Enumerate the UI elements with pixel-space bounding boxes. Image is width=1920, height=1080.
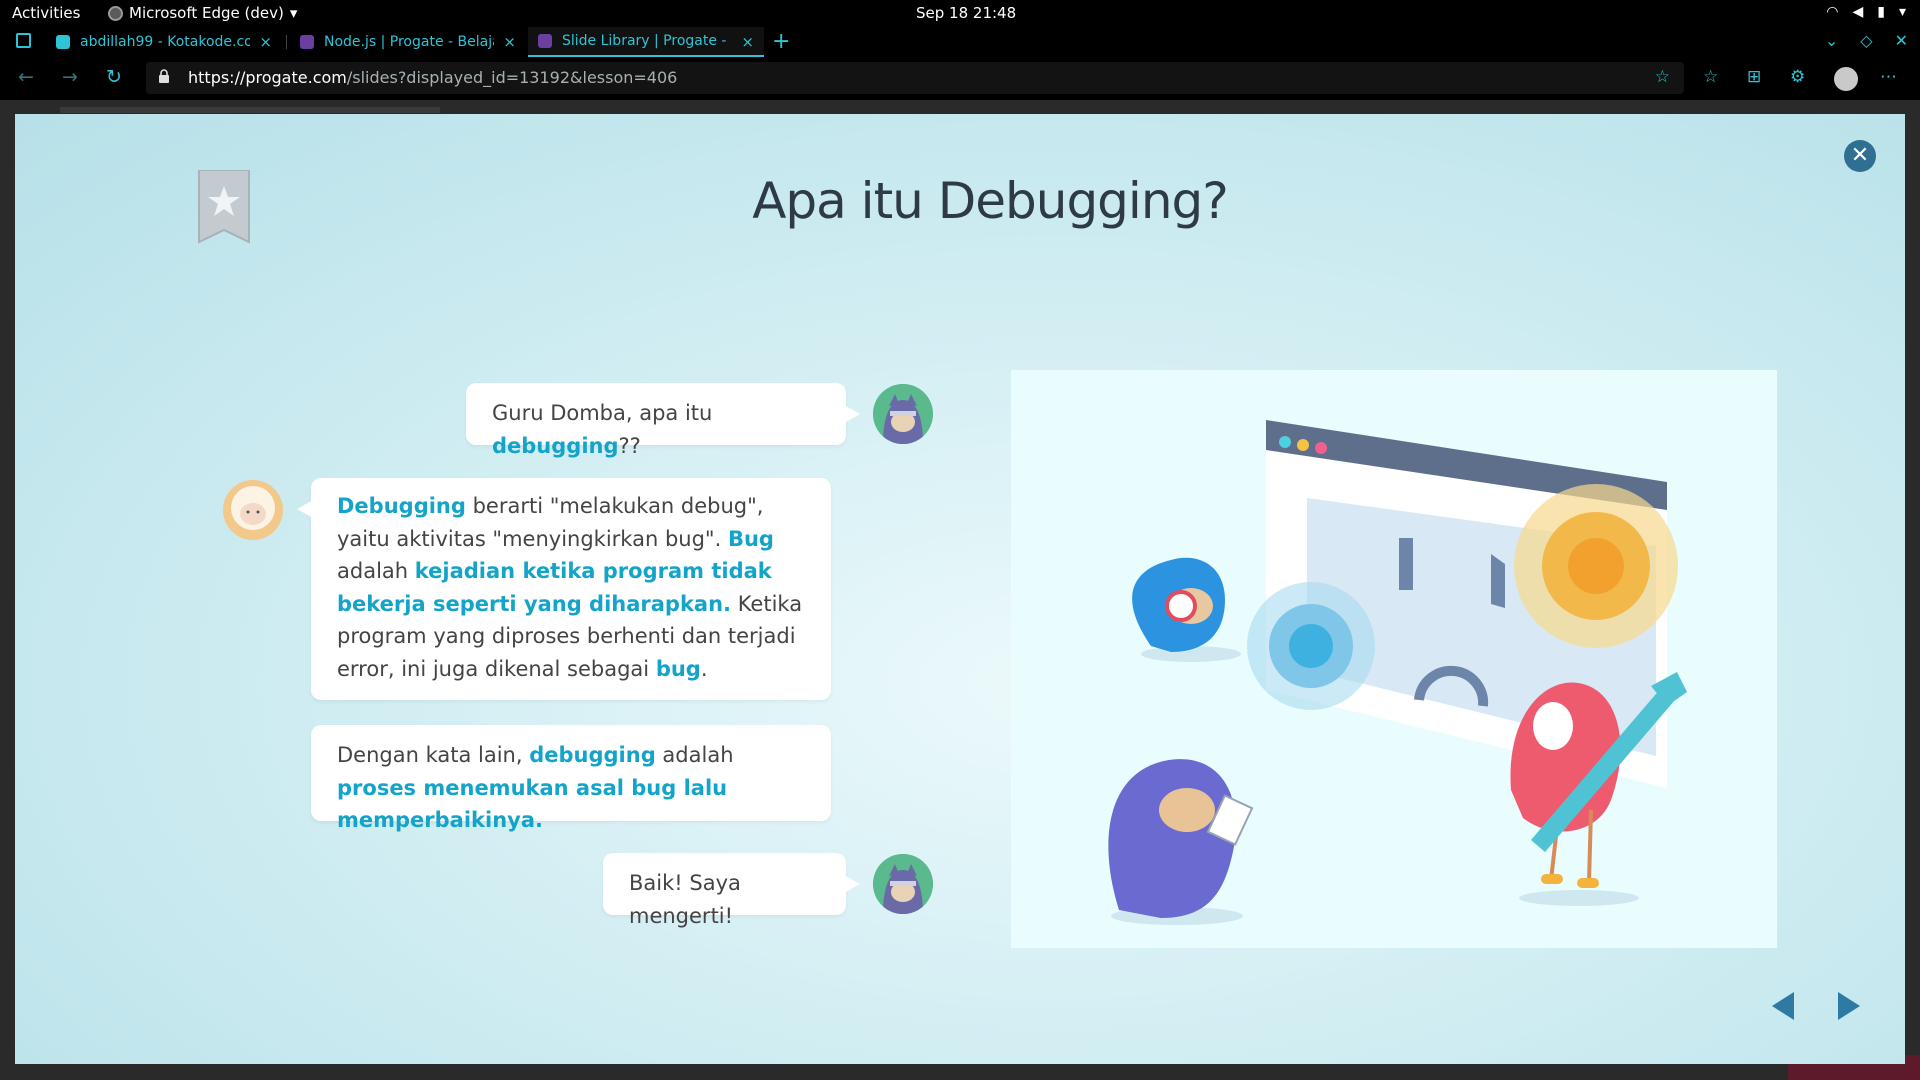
ninja-avatar-icon — [873, 384, 933, 444]
tab-slide-library[interactable]: Slide Library | Progate - Belajar × — [528, 27, 764, 57]
triangle-left-icon[interactable] — [1772, 992, 1794, 1020]
back-icon[interactable]: ← — [18, 66, 34, 88]
app-name: Microsoft Edge (dev) — [129, 4, 284, 22]
tab-title: abdillah99 - Kotakode.com — [80, 34, 250, 50]
system-tray[interactable]: ◠ ◀ ▮ ▾ — [1826, 4, 1906, 20]
tab-kotakode[interactable]: abdillah99 - Kotakode.com × — [46, 27, 282, 57]
url-text: https://progate.com/slides?displayed_id=… — [188, 68, 678, 87]
forward-icon[interactable]: → — [62, 66, 78, 88]
wifi-icon: ◠ — [1826, 4, 1839, 20]
more-options-icon[interactable]: ⋯ — [1880, 67, 1897, 87]
reply-bubble: Baik! Saya mengerti! — [603, 853, 860, 928]
ninja-avatar-icon — [873, 854, 933, 914]
close-slide-button[interactable]: ✕ — [1844, 140, 1876, 172]
tab-strip-controls: ⌄ ◇ ✕ — [1825, 31, 1908, 50]
extensions-icon[interactable]: ⚙ — [1790, 67, 1805, 87]
app-menu[interactable]: Microsoft Edge (dev) ▾ — [108, 4, 297, 22]
collections-icon[interactable]: ⊞ — [1747, 67, 1761, 87]
tab-nodejs[interactable]: Node.js | Progate - Belajar × — [290, 27, 526, 57]
volume-icon: ◀ — [1852, 4, 1864, 20]
progate-favicon-icon — [300, 35, 314, 49]
kotakode-favicon-icon — [56, 35, 70, 49]
tab-divider — [286, 35, 287, 49]
tab-title: Slide Library | Progate - Belajar — [562, 33, 732, 49]
triangle-right-icon[interactable] — [1838, 992, 1860, 1020]
clock[interactable]: Sep 18 21:48 — [916, 4, 1016, 22]
explanation-bubble: Debugging berarti "melakukan debug", yai… — [297, 478, 831, 700]
address-bar-row: ← → ↻ https://progate.com/slides?display… — [0, 57, 1920, 100]
slide-modal: ✕ Apa itu Debugging? Guru Domba, apa itu… — [15, 114, 1905, 1064]
favorites-icon[interactable]: ☆ — [1703, 67, 1718, 87]
close-window-icon[interactable]: ✕ — [1895, 31, 1908, 50]
close-tab-icon[interactable]: × — [503, 33, 516, 51]
vertical-tabs-icon[interactable] — [16, 33, 31, 48]
new-tab-icon[interactable]: + — [772, 29, 790, 54]
slide-title: Apa itu Debugging? — [752, 172, 1229, 230]
sheep-teacher-avatar-icon — [223, 480, 283, 540]
tab-search-icon[interactable]: ⌄ — [1825, 31, 1838, 50]
activities-button[interactable]: Activities — [12, 4, 80, 22]
refresh-icon[interactable]: ↻ — [106, 66, 122, 88]
battery-icon: ▮ — [1877, 4, 1885, 20]
question-bubble: Guru Domba, apa itu debugging?? — [466, 383, 860, 458]
system-top-bar: Activities Microsoft Edge (dev) ▾ Sep 18… — [0, 0, 1920, 27]
lock-icon — [159, 69, 169, 83]
background-header — [60, 107, 440, 113]
edge-icon — [108, 5, 123, 21]
progate-favicon-icon — [538, 34, 552, 48]
profile-avatar-icon[interactable] — [1834, 67, 1858, 91]
tab-strip: abdillah99 - Kotakode.com × Node.js | Pr… — [0, 27, 1920, 57]
close-tab-icon[interactable]: × — [741, 33, 754, 51]
caret-down-icon: ▾ — [289, 4, 298, 22]
caret-down-icon: ▾ — [1898, 4, 1906, 20]
tab-title: Node.js | Progate - Belajar — [324, 34, 494, 50]
address-bar[interactable]: https://progate.com/slides?displayed_id=… — [146, 62, 1684, 94]
add-favorite-icon[interactable]: ☆ — [1655, 67, 1670, 87]
summary-bubble: Dengan kata lain, debugging adalah prose… — [311, 725, 831, 832]
diamond-icon[interactable]: ◇ — [1860, 31, 1872, 50]
close-tab-icon[interactable]: × — [259, 33, 272, 51]
debugging-illustration — [1011, 370, 1777, 948]
